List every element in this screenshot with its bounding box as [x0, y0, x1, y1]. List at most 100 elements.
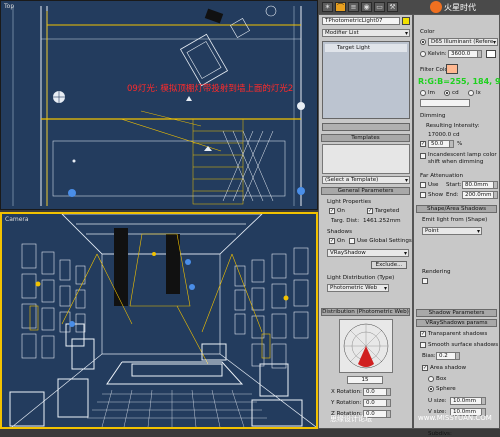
sphere-radio[interactable] [428, 386, 434, 392]
targeted-checkbox[interactable]: ✓ [367, 208, 373, 214]
stack-item-target-light[interactable]: Target Light [325, 44, 407, 52]
create-icon[interactable]: ✶ [322, 2, 333, 12]
modifier-list-dropdown[interactable]: Modifier List [322, 29, 410, 37]
camera-wireframe [9, 214, 316, 427]
filter-color-swatch[interactable] [446, 64, 458, 74]
hxsd-logo-icon [430, 1, 442, 13]
command-panel-tabs: ✶ ⌒ ≡ ◉ ▭ ⚒ 火星时代 [318, 0, 500, 15]
dimming-label: Dimming [420, 113, 446, 119]
object-color-swatch[interactable] [402, 17, 410, 25]
watermark-forum: 思缘设计论坛 [330, 415, 372, 423]
u-size-spinner[interactable]: 10.0mm [450, 397, 486, 405]
sphere-label: Sphere [436, 386, 456, 392]
box-label: Box [436, 376, 447, 382]
shadows-on-checkbox[interactable]: ✓ [329, 238, 335, 244]
intensity-panel: Color D65 Illuminant (Refere Kelvin: 360… [413, 14, 500, 437]
light-on-checkbox[interactable]: ✓ [329, 208, 335, 214]
top-viewport[interactable]: Top 09灯光: 模拟顶棚灯带投射到墙上面的灯光2 [0, 0, 318, 210]
top-wireframe [12, 5, 305, 206]
modifier-stack: Target Light [322, 41, 410, 119]
rgb-readout: R:G:B=255, 184, 91 [418, 77, 500, 86]
utilities-icon[interactable]: ⚒ [387, 2, 398, 12]
far-use-label: Use [428, 182, 439, 188]
light-properties-label: Light Properties [327, 199, 372, 205]
incandescent-label: Incandescent lamp color shift when dimmi… [428, 152, 497, 165]
y-rotation-label: Y Rotation: [331, 400, 362, 406]
intensity-field[interactable] [420, 99, 470, 107]
far-show-checkbox[interactable] [420, 192, 426, 198]
general-parameters-header[interactable]: General Parameters [321, 187, 410, 195]
distribution-type-dropdown[interactable]: Photometric Web [327, 284, 389, 292]
light-on-label: On [337, 208, 345, 214]
modify-icon[interactable]: ⌒ [335, 2, 346, 12]
dimming-percent-spinner[interactable]: 50.0 [428, 140, 454, 148]
template-dropdown[interactable]: (Select a Template) [322, 176, 410, 184]
bias-spinner[interactable]: 0.2 [436, 352, 460, 360]
incandescent-checkbox[interactable] [420, 153, 426, 159]
far-start-label: Start: [446, 182, 462, 188]
shadows-label: Shadows [327, 229, 352, 235]
unit-cd-radio[interactable] [444, 90, 450, 96]
rendering-label: Rendering [422, 269, 451, 275]
transparent-shadows-checkbox[interactable]: ✓ [420, 331, 426, 337]
dimming-checkbox[interactable]: ✓ [420, 141, 426, 147]
smooth-surface-shadows-label: Smooth surface shadows [428, 342, 499, 348]
shadow-parameters-header[interactable]: Shadow Parameters [416, 309, 497, 317]
template-preview [322, 144, 410, 174]
far-use-checkbox[interactable] [420, 182, 426, 188]
x-rotation-label: X Rotation: [331, 389, 362, 395]
distribution-rollout-header[interactable]: Distribution (Photometric Web) [321, 308, 410, 316]
box-radio[interactable] [428, 376, 434, 382]
unit-lx-label: lx [476, 90, 481, 96]
color-preset-dropdown[interactable]: D65 Illuminant (Refere [428, 38, 498, 46]
emit-shape-dropdown[interactable]: Point [422, 227, 482, 235]
unit-lm-radio[interactable] [420, 90, 426, 96]
object-name-field[interactable]: TPhotometricLight07 [322, 17, 400, 25]
emit-light-label: Emit light from (Shape) [422, 217, 488, 223]
far-end-spinner[interactable]: 200.0mm [462, 191, 498, 199]
unit-lx-radio[interactable] [468, 90, 474, 96]
area-shadow-label: Area shadow [430, 365, 467, 371]
site-logo-text: 火星时代 [444, 3, 476, 12]
templates-rollout-header[interactable]: Templates [321, 134, 410, 142]
annotation-caption: 09灯光: 模拟顶棚灯带投射到墙上面的灯光2 [127, 84, 294, 94]
vray-shadows-header[interactable]: VRayShadows params [416, 319, 497, 327]
targ-dist-label: Targ. Dist: [331, 218, 360, 224]
camera-viewport[interactable]: Camera [0, 212, 318, 429]
kelvin-color-swatch [486, 50, 496, 58]
kelvin-spinner[interactable]: 3600.0 [448, 50, 482, 58]
motion-icon[interactable]: ◉ [361, 2, 372, 12]
dimming-percent-sign: % [457, 141, 463, 147]
color-preset-radio[interactable] [420, 39, 426, 45]
area-shadow-checkbox[interactable]: ✓ [422, 365, 428, 371]
y-rotation-spinner[interactable]: 0.0 [363, 399, 391, 407]
transparent-shadows-label: Transparent shadows [428, 331, 488, 337]
shape-area-shadows-header[interactable]: Shape/Area Shadows [416, 205, 497, 213]
far-attenuation-label: Far Attenuation [420, 173, 463, 179]
unit-lm-label: lm [428, 90, 436, 96]
shadow-type-dropdown[interactable]: VRayShadow [327, 249, 409, 257]
resulting-intensity-label: Resulting Intensity: [426, 123, 480, 129]
modify-panel: TPhotometricLight07 Modifier List Target… [318, 14, 413, 429]
exclude-button[interactable]: Exclude... [371, 261, 407, 269]
bias-label: Bias: [422, 353, 436, 359]
far-start-spinner[interactable]: 80.0mm [462, 181, 498, 189]
display-icon[interactable]: ▭ [374, 2, 385, 12]
stack-toolbar[interactable] [322, 123, 410, 131]
color-label: Color [420, 29, 435, 35]
x-rotation-spinner[interactable]: 0.0 [363, 388, 391, 396]
hierarchy-icon[interactable]: ≡ [348, 2, 359, 12]
kelvin-radio[interactable] [420, 51, 426, 57]
smooth-surface-shadows-checkbox[interactable] [420, 342, 426, 348]
kelvin-label: Kelvin: [428, 51, 447, 57]
unit-cd-label: cd [452, 90, 459, 96]
use-global-settings-checkbox[interactable] [349, 238, 355, 244]
web-distribution-graph[interactable] [339, 319, 393, 373]
use-global-settings-label: Use Global Settings [357, 238, 412, 244]
watermark-url: www.MISSYUAN.COM [418, 414, 492, 422]
resulting-intensity-value: 17000.0 cd [428, 132, 460, 138]
light-shape-visible-checkbox[interactable] [422, 278, 428, 284]
web-file-field[interactable]: 15 [347, 376, 383, 384]
shadows-on-label: On [337, 238, 345, 244]
far-show-label: Show [428, 192, 444, 198]
